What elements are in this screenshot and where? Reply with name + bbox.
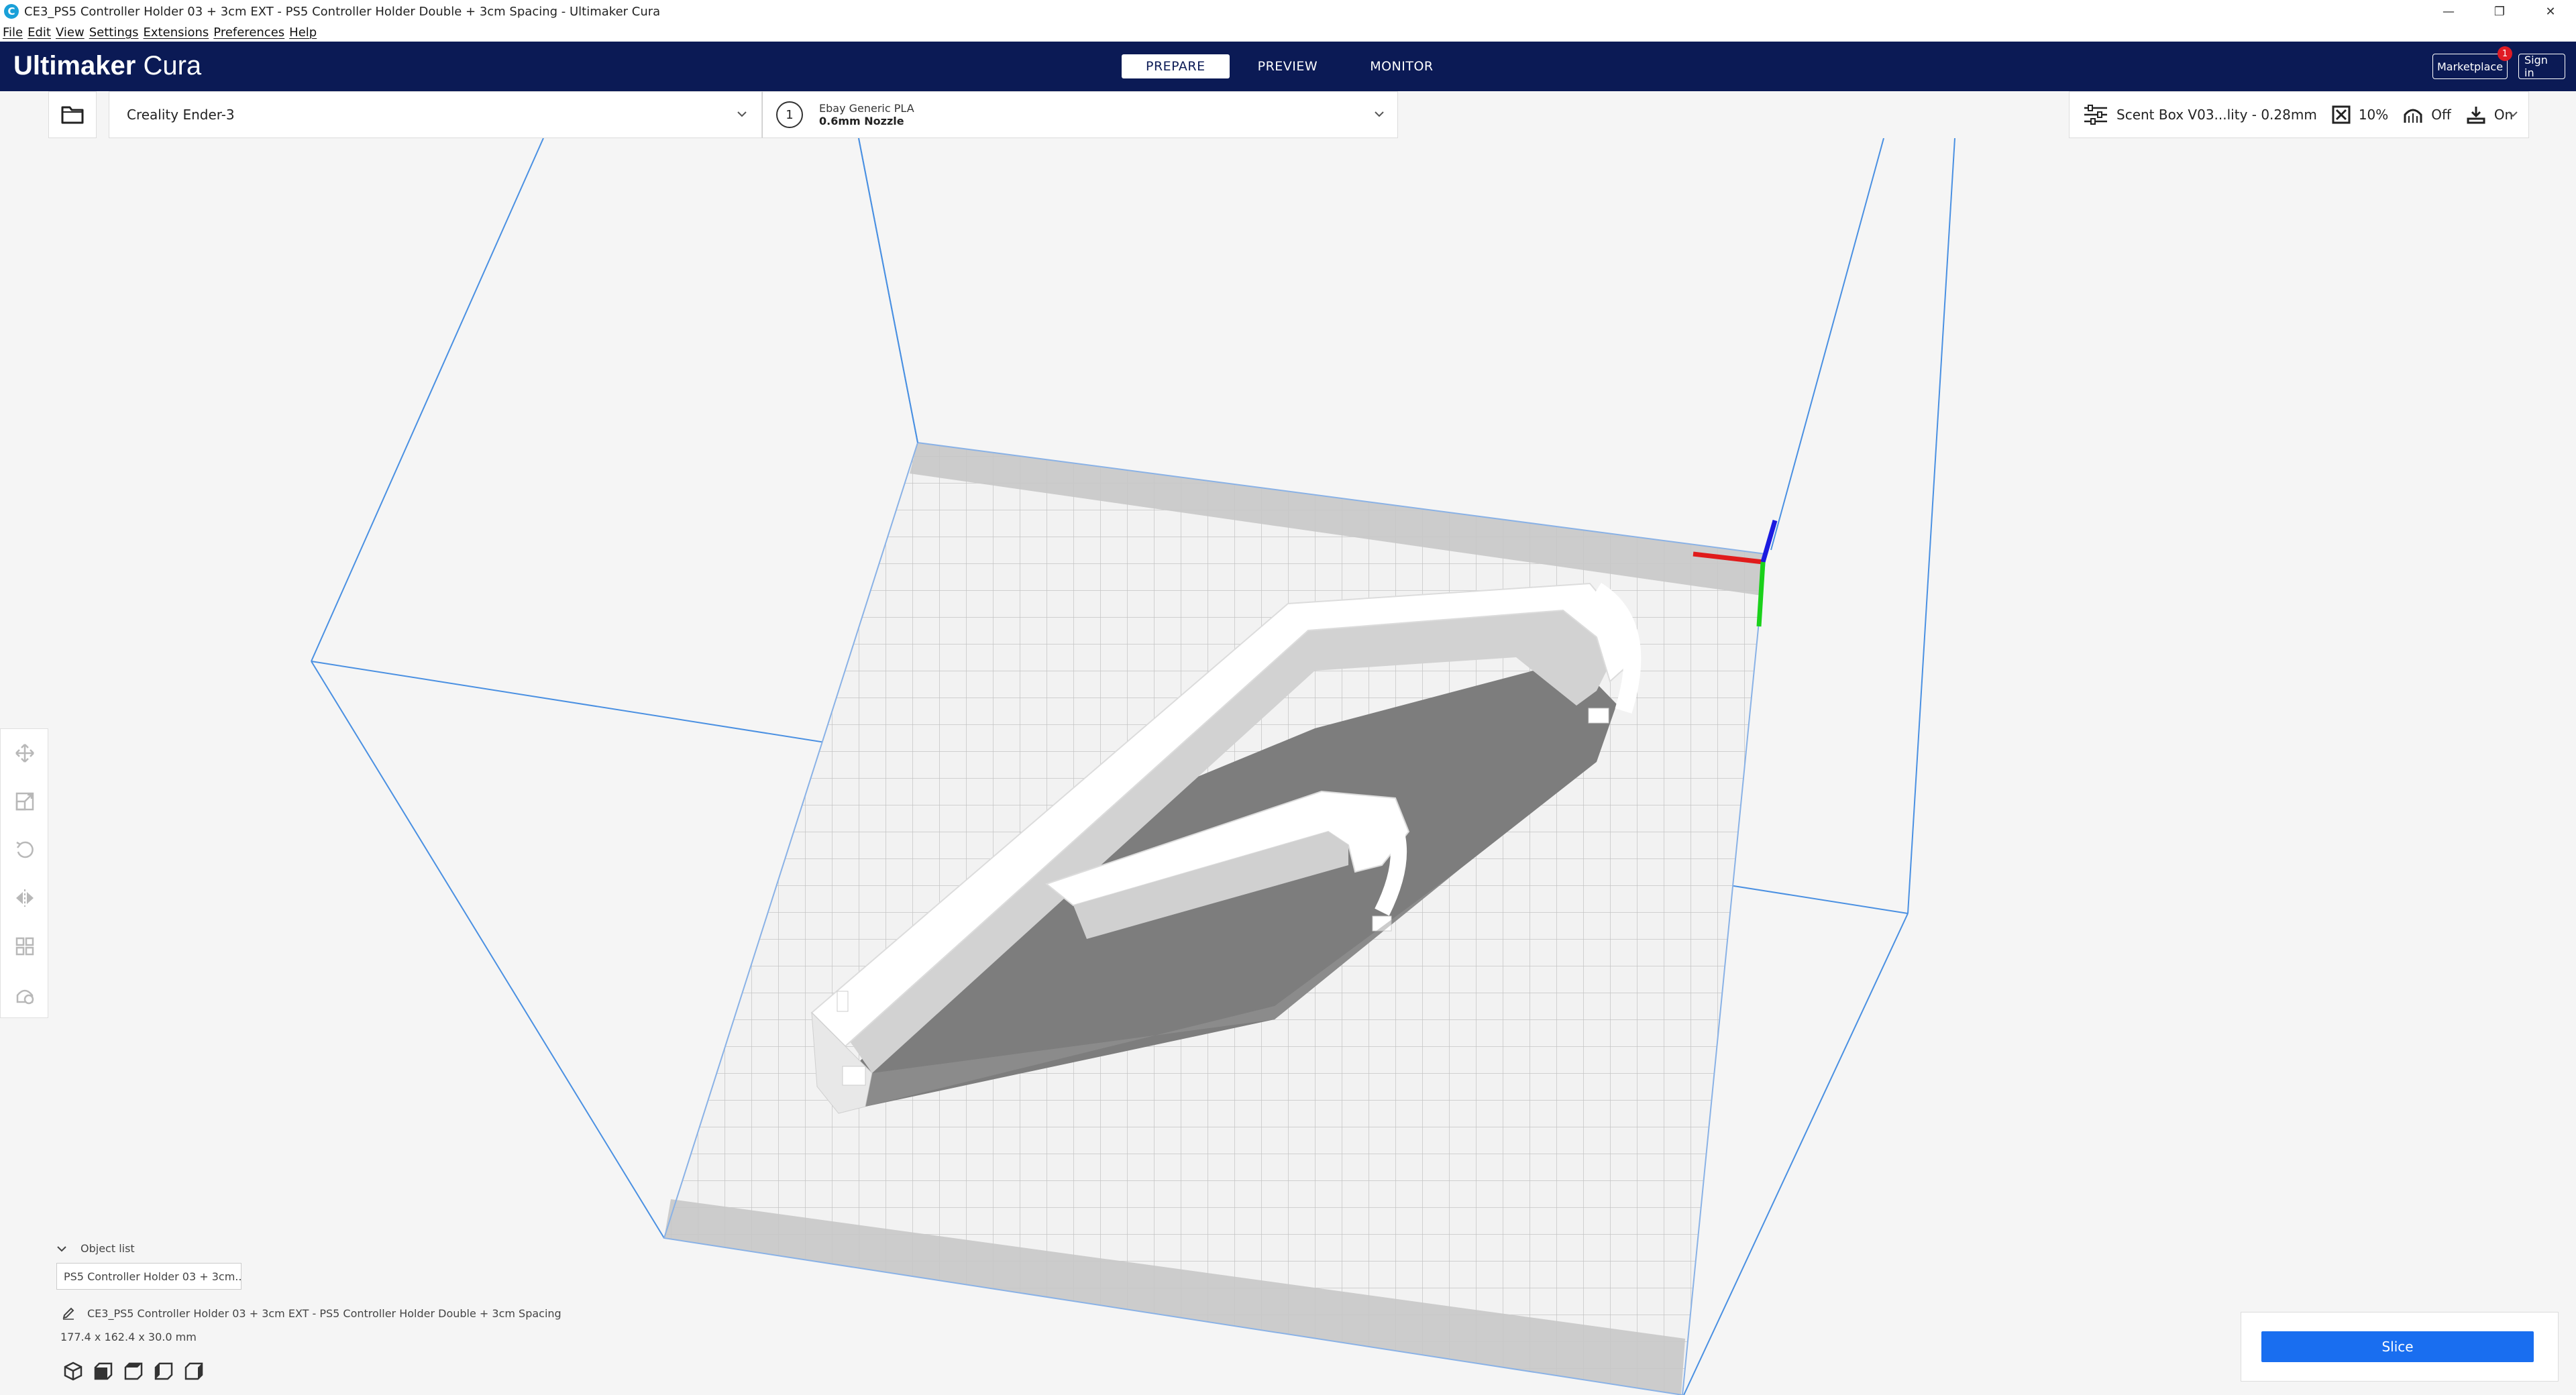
transform-toolbar (0, 728, 48, 1018)
scale-tool[interactable] (1, 777, 49, 826)
brand-bold: Ultimaker (13, 51, 136, 80)
object-list-toggle[interactable]: Object list (56, 1242, 241, 1255)
print-settings-selector[interactable]: Scent Box V03...lity - 0.28mm 10% Off On (2069, 91, 2529, 138)
adhesion-item: On (2466, 105, 2513, 124)
sign-in-button[interactable]: Sign in (2518, 54, 2565, 79)
object-list-item[interactable]: PS5 Controller Holder 03 + 3cm... (56, 1263, 241, 1290)
view-left-button[interactable] (151, 1359, 176, 1383)
cura-window: C CE3_PS5 Controller Holder 03 + 3cm EXT… (0, 0, 2576, 1395)
tab-preview[interactable]: PREVIEW (1234, 54, 1342, 78)
rotate-icon (16, 841, 34, 858)
menu-bar: File Edit View Settings Extensions Prefe… (0, 23, 2576, 42)
maximize-button[interactable]: ❐ (2474, 0, 2525, 23)
chevron-down-icon (2507, 108, 2519, 120)
printer-selector[interactable]: Creality Ender-3 (109, 91, 762, 138)
support-icon (2404, 109, 2422, 123)
marketplace-button[interactable]: Marketplace 1 (2432, 46, 2512, 79)
extruder-number: 1 (776, 101, 803, 128)
open-file-button[interactable] (48, 91, 97, 138)
menu-settings[interactable]: Settings (89, 25, 139, 40)
close-button[interactable]: ✕ (2525, 0, 2576, 23)
per-model-settings-tool[interactable] (1, 922, 49, 970)
mirror-icon (16, 889, 34, 907)
title-bar: C CE3_PS5 Controller Holder 03 + 3cm EXT… (0, 0, 2576, 23)
support-blocker-icon (16, 989, 34, 1005)
move-tool[interactable] (1, 729, 49, 777)
app-header: Ultimaker Cura PREPARE PREVIEW MONITOR M… (0, 42, 2576, 91)
material-selector[interactable]: 1 Ebay Generic PLA 0.6mm Nozzle (762, 91, 1398, 138)
view-top-button[interactable] (121, 1359, 146, 1383)
chevron-down-icon (736, 108, 748, 120)
build-volume-front (858, 137, 918, 443)
cube-3d-icon (64, 1361, 83, 1381)
support-blocker-tool[interactable] (1, 970, 49, 1019)
pencil-icon (62, 1307, 74, 1320)
menu-help[interactable]: Help (289, 25, 317, 40)
material-info: Ebay Generic PLA 0.6mm Nozzle (819, 102, 914, 127)
menu-view[interactable]: View (56, 25, 85, 40)
mirror-tool[interactable] (1, 874, 49, 922)
object-dimensions: 177.4 x 162.4 x 30.0 mm (60, 1331, 197, 1343)
infill-item: 10% (2332, 105, 2388, 124)
view-3d-button[interactable] (60, 1359, 86, 1383)
menu-edit[interactable]: Edit (28, 25, 51, 40)
marketplace-label: Marketplace (2436, 60, 2504, 73)
cube-top-icon (124, 1362, 143, 1380)
move-icon (15, 744, 34, 763)
per-model-settings-icon (15, 937, 34, 956)
window-title: CE3_PS5 Controller Holder 03 + 3cm EXT -… (24, 4, 661, 19)
chevron-down-icon (57, 1245, 66, 1251)
chevron-down-icon (1373, 108, 1385, 120)
view-right-button[interactable] (181, 1359, 207, 1383)
notification-badge: 1 (2498, 46, 2512, 61)
project-name: CE3_PS5 Controller Holder 03 + 3cm EXT -… (87, 1306, 561, 1320)
cura-app-icon: C (4, 4, 19, 19)
support-value: Off (2431, 107, 2451, 123)
brand-light: Cura (143, 51, 202, 80)
tab-monitor[interactable]: MONITOR (1346, 54, 1457, 78)
menu-file[interactable]: File (3, 25, 23, 40)
cube-front-icon (94, 1362, 113, 1380)
infill-icon (2332, 105, 2351, 124)
adhesion-icon (2467, 107, 2485, 124)
object-list-header: Object list (80, 1242, 135, 1255)
stage-tabs: PREPARE PREVIEW MONITOR (1122, 54, 1462, 78)
window-controls: — ❐ ✕ (2423, 0, 2576, 23)
menu-extensions[interactable]: Extensions (144, 25, 209, 40)
scene (311, 137, 1955, 1395)
cube-left-icon (154, 1362, 173, 1380)
object-list-panel: Object list PS5 Controller Holder 03 + 3… (56, 1242, 241, 1290)
printer-name: Creality Ender-3 (127, 107, 235, 123)
scale-icon (15, 792, 34, 811)
brand-logo: Ultimaker Cura (13, 51, 201, 81)
folder-icon (61, 106, 84, 124)
slice-button[interactable]: Slice (2261, 1331, 2534, 1362)
view-front-button[interactable] (91, 1359, 116, 1383)
support-item: Off (2403, 105, 2451, 124)
cube-right-icon (184, 1362, 203, 1380)
camera-view-buttons (60, 1359, 211, 1383)
minimize-button[interactable]: — (2423, 0, 2474, 23)
slice-panel: Slice (2241, 1312, 2559, 1382)
profile-item: Scent Box V03...lity - 0.28mm (2083, 105, 2317, 125)
infill-value: 10% (2358, 107, 2389, 123)
profile-name: Scent Box V03...lity - 0.28mm (2116, 107, 2317, 123)
project-name-row[interactable]: CE3_PS5 Controller Holder 03 + 3cm EXT -… (62, 1306, 561, 1320)
tab-prepare[interactable]: PREPARE (1122, 54, 1230, 78)
3d-viewport[interactable] (0, 137, 2576, 1395)
menu-preferences[interactable]: Preferences (213, 25, 284, 40)
nozzle-size: 0.6mm Nozzle (819, 115, 904, 127)
material-name: Ebay Generic PLA (819, 102, 914, 115)
sliders-icon (2084, 105, 2107, 125)
rotate-tool[interactable] (1, 826, 49, 874)
